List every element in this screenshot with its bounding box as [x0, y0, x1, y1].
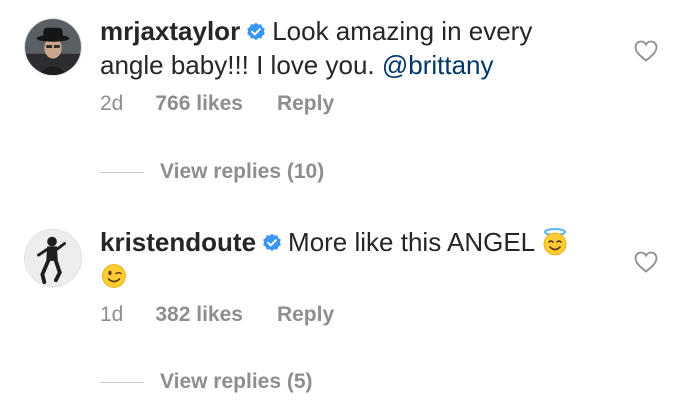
view-replies-label: View replies (5) — [160, 370, 313, 393]
like-heart-icon[interactable] — [634, 40, 658, 62]
comment-body: kristendoute More like this ANGEL — [100, 225, 600, 293]
divider-line — [100, 381, 144, 383]
comment-body: mrjaxtaylor Look amazing in every angle b… — [100, 14, 600, 82]
avatar[interactable] — [24, 18, 82, 76]
like-heart-icon[interactable] — [634, 251, 658, 273]
username[interactable]: mrjaxtaylor — [100, 16, 240, 46]
comment-meta: 2d 766 likes Reply — [100, 92, 334, 116]
avatar[interactable] — [24, 229, 82, 287]
view-replies-button[interactable]: View replies (5) — [100, 370, 313, 394]
comment-meta: 1d 382 likes Reply — [100, 303, 334, 327]
divider-line — [100, 171, 144, 173]
winking-face-emoji-icon — [100, 262, 128, 290]
likes-count[interactable]: 766 likes — [155, 92, 243, 116]
avatar-man-hat-icon — [25, 19, 81, 75]
mention-link[interactable]: @brittany — [382, 50, 494, 80]
view-replies-button[interactable]: View replies (10) — [100, 160, 324, 184]
smiling-face-with-halo-emoji-icon — [541, 228, 569, 256]
view-replies-label: View replies (10) — [160, 160, 325, 183]
verified-badge-icon — [262, 233, 282, 253]
likes-count[interactable]: 382 likes — [155, 303, 243, 327]
reply-button[interactable]: Reply — [277, 92, 334, 116]
verified-badge-icon — [246, 22, 266, 42]
username[interactable]: kristendoute — [100, 227, 256, 257]
timestamp: 1d — [100, 303, 124, 326]
comment-text: More like this ANGEL — [288, 227, 535, 257]
reply-button[interactable]: Reply — [277, 303, 334, 327]
timestamp: 2d — [100, 92, 124, 115]
avatar-woman-pose-icon — [25, 230, 81, 286]
